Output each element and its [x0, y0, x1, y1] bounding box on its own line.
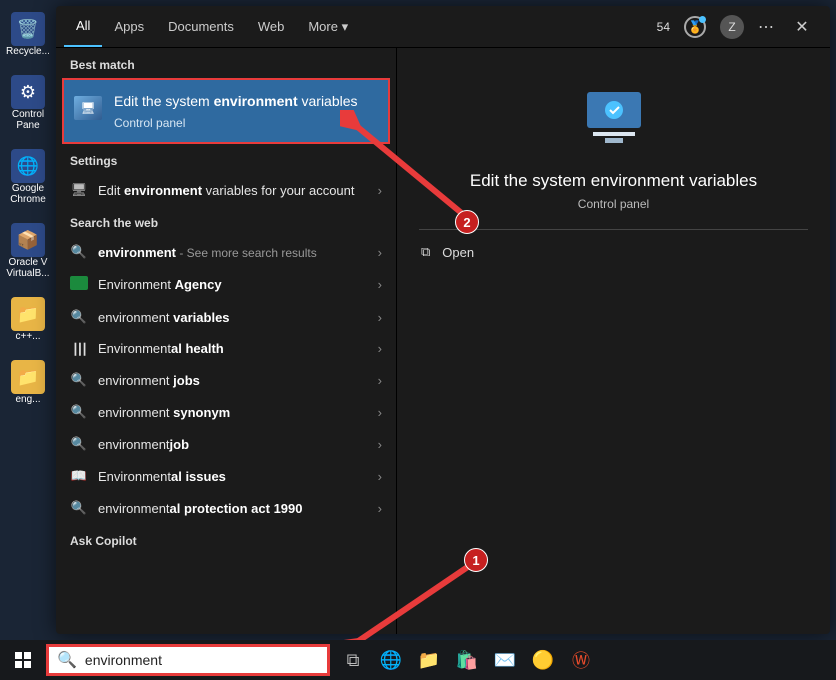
search-icon: 🔍: [57, 650, 77, 670]
web-result[interactable]: 🔍environmentjob›: [56, 428, 396, 460]
chevron-right-icon: ›: [378, 310, 382, 325]
more-menu-icon[interactable]: ⋯: [758, 17, 776, 37]
taskbar-explorer-icon[interactable]: 📁: [412, 643, 446, 677]
taskbar-search-box[interactable]: 🔍: [46, 644, 330, 676]
web-result[interactable]: 🔍environmental protection act 1990›: [56, 492, 396, 524]
taskbar-edge-icon[interactable]: 🌐: [374, 643, 408, 677]
close-icon[interactable]: ✕: [790, 17, 814, 37]
section-search-web: Search the web: [56, 206, 396, 236]
taskbar: 🔍 ⧉ 🌐 📁 🛍️ ✉️ 🟡 Ⓦ: [0, 640, 836, 680]
search-icon: 🔍: [70, 404, 88, 420]
desktop-icon-cpp-folder[interactable]: 📁c++...: [6, 297, 50, 342]
open-external-icon: ⧉: [421, 244, 430, 260]
results-column: Best match 🖥 Edit the system environment…: [56, 48, 396, 634]
user-avatar[interactable]: Z: [720, 15, 744, 39]
web-result[interactable]: 🔍environment variables›: [56, 301, 396, 333]
chevron-right-icon: ›: [378, 437, 382, 452]
best-match-title: Edit the system environment variables: [114, 92, 358, 110]
monitor-check-icon: 🖥: [74, 96, 102, 120]
chevron-right-icon: ›: [378, 183, 382, 198]
web-result[interactable]: 🔍environment - See more search results›: [56, 236, 396, 268]
best-match-subtitle: Control panel: [114, 116, 358, 130]
web-result[interactable]: 🔍environment synonym›: [56, 396, 396, 428]
rewards-points: 54: [657, 20, 670, 34]
chevron-right-icon: ›: [378, 469, 382, 484]
tab-more[interactable]: More ▾: [296, 6, 360, 47]
preview-subtitle: Control panel: [578, 197, 649, 211]
settings-result-env-vars[interactable]: 🖥 Edit environment variables for your ac…: [56, 174, 396, 206]
section-settings: Settings: [56, 144, 396, 174]
web-result[interactable]: 📖Environmental issues›: [56, 460, 396, 492]
search-icon: 🔍: [70, 309, 88, 325]
chevron-right-icon: ›: [378, 341, 382, 356]
taskbar-store-icon[interactable]: 🛍️: [450, 643, 484, 677]
search-panel: All Apps Documents Web More ▾ 54 🏅 Z ⋯ ✕…: [56, 6, 830, 634]
start-button[interactable]: [6, 643, 40, 677]
rewards-medal-icon[interactable]: 🏅: [684, 16, 706, 38]
search-tabs: All Apps Documents Web More ▾ 54 🏅 Z ⋯ ✕: [56, 6, 830, 48]
tab-apps[interactable]: Apps: [102, 6, 156, 47]
ea-logo-icon: [70, 276, 88, 293]
task-view-icon[interactable]: ⧉: [336, 643, 370, 677]
preview-monitor-icon: [579, 88, 649, 153]
web-result[interactable]: 🔍environment jobs›: [56, 364, 396, 396]
search-icon: 🔍: [70, 372, 88, 388]
tab-all[interactable]: All: [64, 6, 102, 47]
annotation-badge-1: 1: [464, 548, 488, 572]
chevron-right-icon: ›: [378, 277, 382, 292]
desktop-icon-recycle[interactable]: 🗑️Recycle...: [6, 12, 50, 57]
tab-web[interactable]: Web: [246, 6, 297, 47]
taskbar-mail-icon[interactable]: ✉️: [488, 643, 522, 677]
chevron-right-icon: ›: [378, 373, 382, 388]
desktop-icon-chrome[interactable]: 🌐Google Chrome: [6, 149, 50, 205]
preview-title: Edit the system environment variables: [450, 171, 777, 191]
search-icon: 🔍: [70, 436, 88, 452]
search-icon: 🔍: [70, 244, 88, 260]
desktop-icons: 🗑️Recycle... ⚙Control Pane 🌐Google Chrom…: [0, 0, 56, 680]
tab-documents[interactable]: Documents: [156, 6, 246, 47]
section-ask-copilot: Ask Copilot: [56, 524, 396, 554]
chevron-right-icon: ›: [378, 245, 382, 260]
web-result[interactable]: Environment Agency›: [56, 268, 396, 301]
taskbar-chrome-icon[interactable]: 🟡: [526, 643, 560, 677]
health-bars-icon: ┃┃┃: [70, 341, 88, 356]
preview-pane: Edit the system environment variables Co…: [396, 48, 830, 634]
search-icon: 🔍: [70, 500, 88, 516]
web-result[interactable]: ┃┃┃Environmental health›: [56, 333, 396, 364]
desktop-icon-eng-folder[interactable]: 📁eng...: [6, 360, 50, 405]
desktop-icon-control-panel[interactable]: ⚙Control Pane: [6, 75, 50, 131]
book-icon: 📖: [70, 468, 88, 484]
annotation-badge-2: 2: [455, 210, 479, 234]
chevron-right-icon: ›: [378, 405, 382, 420]
chevron-right-icon: ›: [378, 501, 382, 516]
open-button[interactable]: ⧉ Open: [397, 230, 498, 274]
section-best-match: Best match: [56, 48, 396, 78]
taskbar-wps-icon[interactable]: Ⓦ: [564, 643, 598, 677]
monitor-settings-icon: 🖥: [70, 182, 88, 198]
desktop-icon-virtualbox[interactable]: 📦Oracle V VirtualB...: [6, 223, 50, 279]
search-input[interactable]: [85, 652, 319, 668]
best-match-result[interactable]: 🖥 Edit the system environment variables …: [62, 78, 390, 144]
